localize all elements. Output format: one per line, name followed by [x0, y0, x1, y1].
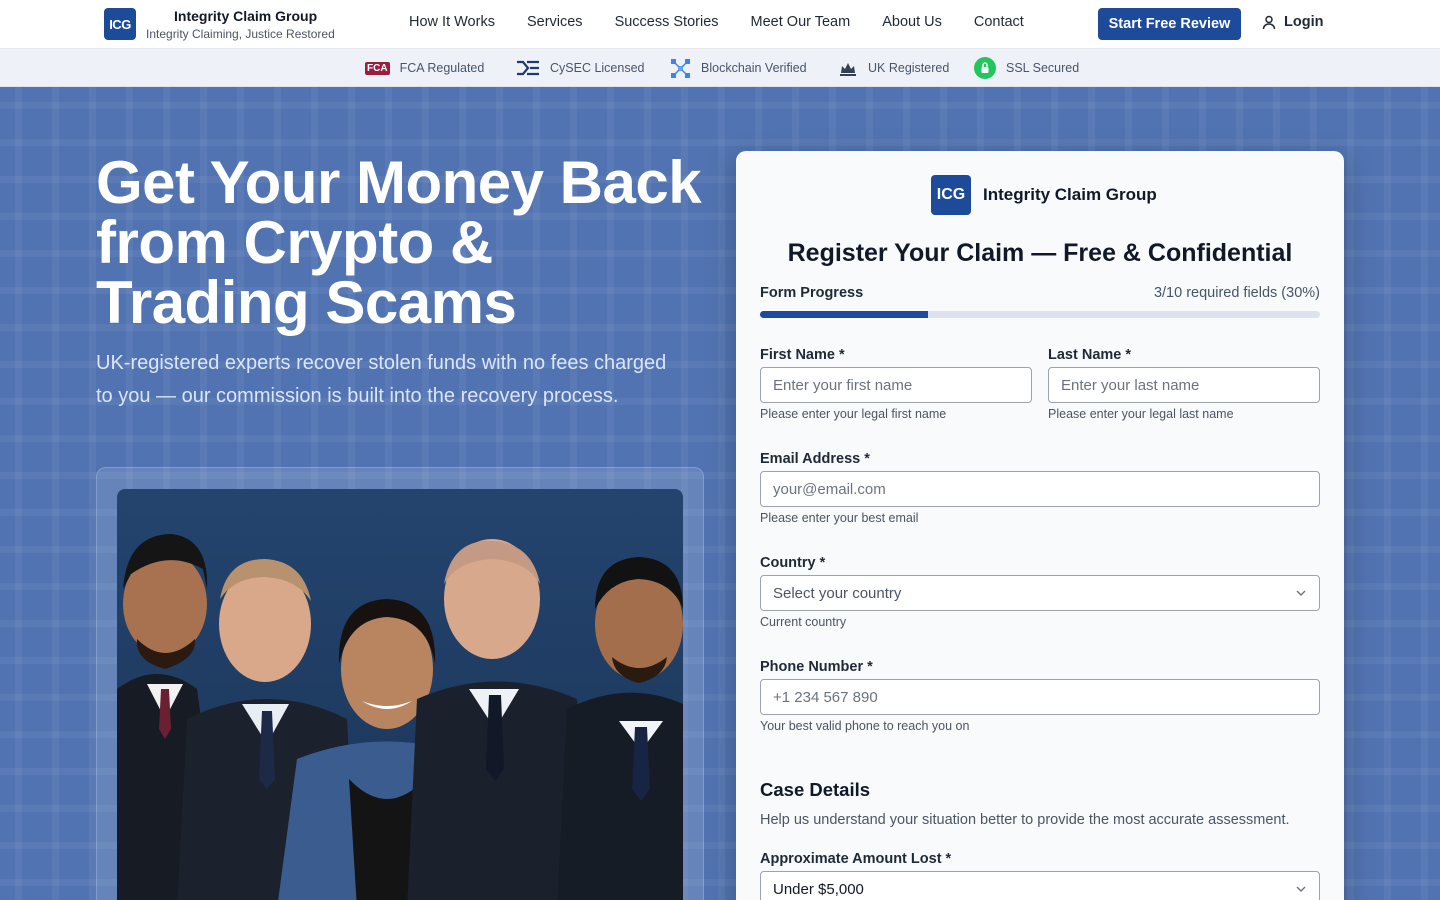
last-name-input[interactable] — [1048, 367, 1320, 403]
country-label: Country * — [760, 555, 826, 571]
site-header: ICG Integrity Claim Group Integrity Clai… — [0, 0, 1440, 49]
nav-about-us[interactable]: About Us — [882, 14, 942, 30]
trust-item-uk: UK Registered — [838, 49, 949, 87]
trust-label: CySEC Licensed — [550, 61, 645, 75]
brand-tagline: Integrity Claiming, Justice Restored — [146, 27, 335, 41]
progress-label: Form Progress — [760, 285, 864, 301]
progress-count: 3/10 required fields (30%) — [1153, 285, 1320, 301]
amount-lost-label: Approximate Amount Lost * — [760, 851, 952, 867]
trust-label: FCA Regulated — [399, 61, 485, 75]
cysec-logo-icon — [517, 60, 539, 76]
email-label: Email Address * — [760, 451, 870, 467]
login-label: Login — [1284, 14, 1324, 30]
nav-meet-our-team[interactable]: Meet Our Team — [751, 14, 851, 30]
main-nav: How It Works Services Success Stories Me… — [409, 14, 1056, 30]
phone-label: Phone Number * — [760, 659, 873, 675]
trust-item-ssl: SSL Secured — [974, 49, 1079, 87]
form-brand-name: Integrity Claim Group — [983, 185, 1157, 204]
first-name-label: First Name * — [760, 347, 845, 363]
amount-lost-value: Under $5,000 — [773, 880, 864, 898]
uk-crown-icon — [840, 63, 856, 76]
last-name-label: Last Name * — [1048, 347, 1132, 363]
hero-title: Get Your Money Back from Crypto & Tradin… — [96, 149, 702, 336]
chevron-down-icon — [1296, 590, 1306, 596]
blockchain-icon — [671, 58, 690, 78]
hero-subtitle: UK-registered experts recover stolen fun… — [96, 352, 667, 407]
trust-label: SSL Secured — [1006, 61, 1080, 75]
country-select-value: Select your country — [773, 584, 902, 602]
progress-bar-fill — [760, 311, 928, 318]
first-name-hint: Please enter your legal first name — [760, 407, 947, 421]
nav-success-stories[interactable]: Success Stories — [615, 14, 719, 30]
team-photo — [117, 489, 683, 900]
trust-label: Blockchain Verified — [701, 61, 807, 75]
trust-item-fca: FCA FCA Regulated — [365, 49, 484, 87]
claim-form-card: ICG Integrity Claim Group Register Your … — [736, 151, 1344, 900]
nav-how-it-works[interactable]: How It Works — [409, 14, 495, 30]
start-free-review-button[interactable]: Start Free Review — [1098, 8, 1241, 40]
first-name-input[interactable] — [760, 367, 1032, 403]
fca-logo-icon: FCA — [365, 61, 390, 75]
country-hint: Current country — [760, 615, 847, 629]
phone-hint: Your best valid phone to reach you on — [760, 719, 970, 733]
trust-item-blockchain: Blockchain Verified — [670, 49, 807, 87]
case-details-description: Help us understand your situation better… — [760, 812, 1290, 828]
nav-contact[interactable]: Contact — [974, 14, 1024, 30]
progress-bar — [760, 311, 1320, 318]
team-illustration — [117, 534, 683, 900]
chevron-down-icon — [1296, 886, 1306, 892]
form-title: Register Your Claim — Free & Confidentia… — [787, 239, 1293, 267]
trust-label: UK Registered — [868, 61, 950, 75]
brand-logo[interactable]: ICG — [104, 8, 136, 40]
brand-name[interactable]: Integrity Claim Group — [174, 8, 317, 24]
trust-bar: FCA FCA Regulated CySEC Licensed Blockch… — [0, 49, 1440, 87]
amount-lost-select[interactable]: Under $5,000 — [760, 871, 1320, 900]
last-name-hint: Please enter your legal last name — [1048, 407, 1234, 421]
ssl-lock-icon — [974, 57, 996, 79]
login-link[interactable]: Login — [1262, 14, 1323, 30]
nav-services[interactable]: Services — [527, 14, 583, 30]
country-select[interactable]: Select your country — [760, 575, 1320, 611]
email-hint: Please enter your best email — [760, 511, 919, 525]
phone-input[interactable] — [760, 679, 1320, 715]
email-input[interactable] — [760, 471, 1320, 507]
case-details-heading: Case Details — [760, 779, 871, 800]
user-icon — [1262, 15, 1276, 29]
form-brand-logo: ICG — [931, 175, 971, 215]
trust-item-cysec: CySEC Licensed — [516, 49, 645, 87]
